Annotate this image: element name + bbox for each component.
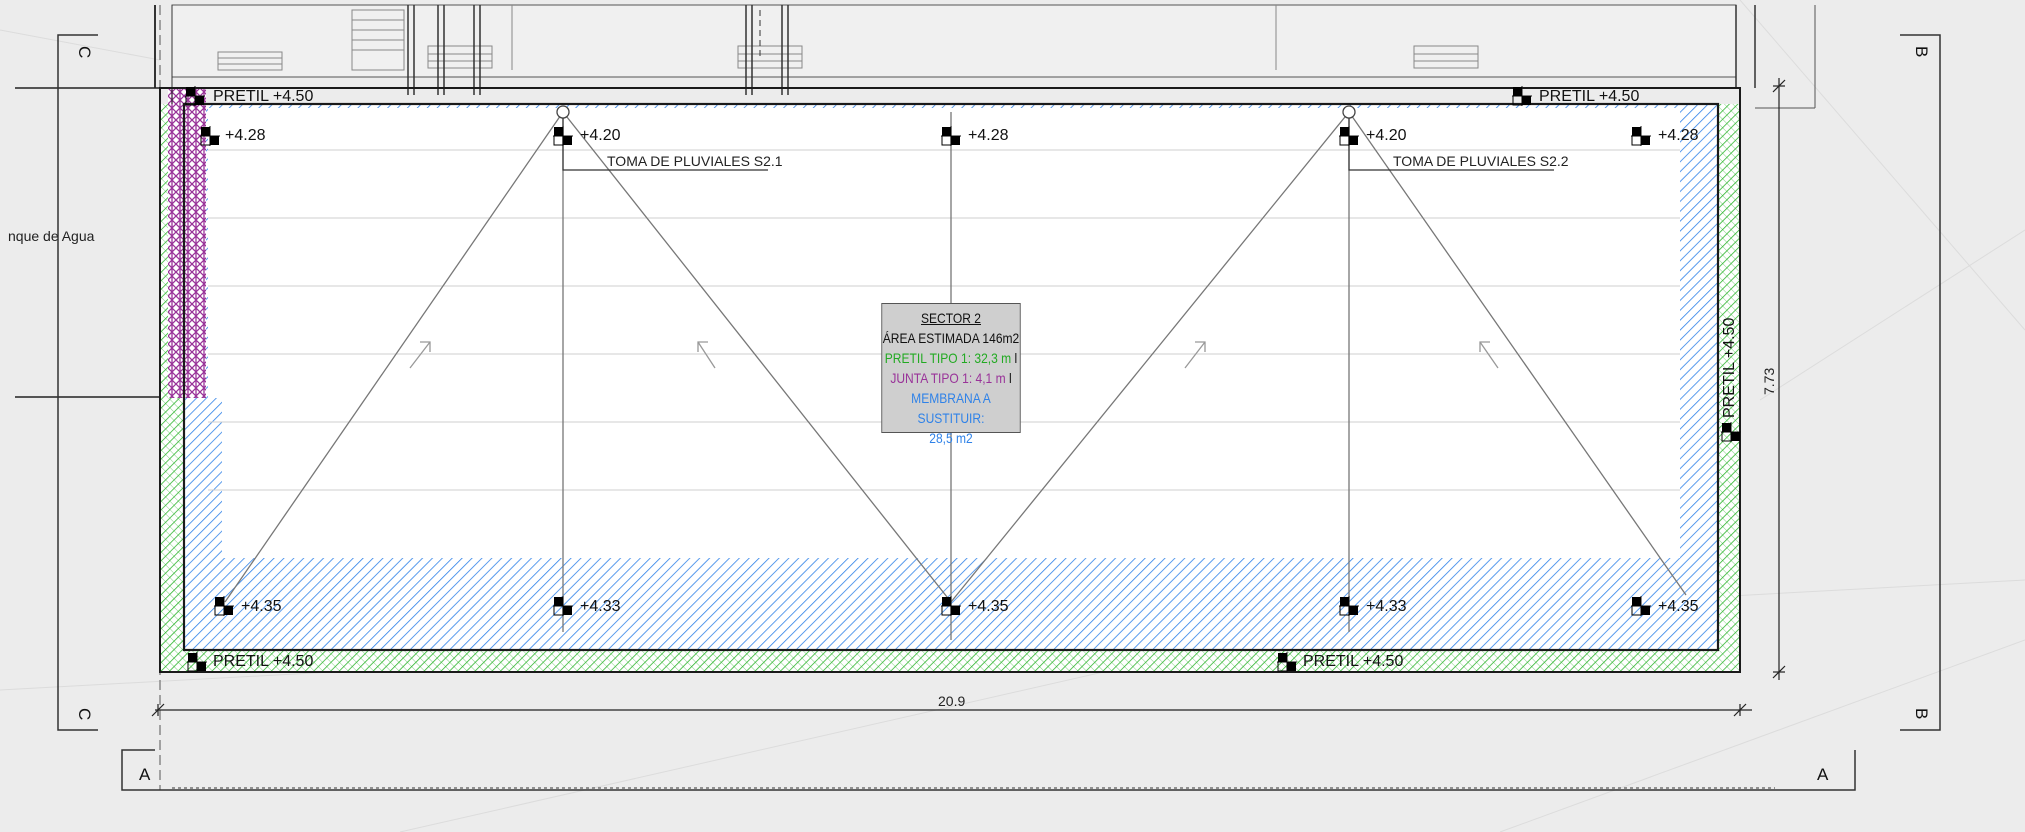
section-mark-b-bottom: B <box>1912 708 1931 719</box>
section-mark-a-left: A <box>139 765 151 784</box>
sector-membrana-label: MEMBRANA A SUSTITUIR: <box>911 390 991 426</box>
level-label-bottom-5: +4.35 <box>1658 598 1699 615</box>
level-label-top-5: +4.28 <box>1658 127 1699 144</box>
junta-strip <box>168 88 206 398</box>
sector-info-box: SECTOR 2 ÁREA ESTIMADA 146m2 PRETIL TIPO… <box>881 303 1021 446</box>
level-label-top-1: +4.28 <box>225 127 266 144</box>
section-mark-b-top: B <box>1912 46 1931 57</box>
sector-title: SECTOR 2 <box>920 310 981 326</box>
sector-membrana-value: 28,5 m2 <box>929 430 973 446</box>
sector-junta-bar: l <box>1008 370 1012 386</box>
sector-pretil-row: PRETIL TIPO 1: 32,3 m l <box>882 348 1020 368</box>
sector-area: ÁREA ESTIMADA 146m2 <box>882 330 1020 346</box>
pretil-label-top-left: PRETIL +4.50 <box>213 88 313 105</box>
sector-junta: JUNTA TIPO 1: 4,1 m <box>890 370 1006 386</box>
pretil-label-right: PRETIL +4.50 <box>1721 318 1738 418</box>
dimension-height-label: 7.73 <box>1761 368 1777 395</box>
level-label-bottom-1: +4.35 <box>241 598 282 615</box>
level-label-top-4: +4.20 <box>1366 127 1407 144</box>
level-label-top-3: +4.28 <box>968 127 1009 144</box>
dimension-width-label: 20.9 <box>938 693 965 709</box>
section-mark-a-right: A <box>1817 765 1829 784</box>
level-label-top-2: +4.20 <box>580 127 621 144</box>
sector-pretil-bar: l <box>1014 350 1018 366</box>
pretil-label-bottom-left: PRETIL +4.50 <box>213 653 313 670</box>
drain-label-s2-1: TOMA DE PLUVIALES S2.1 <box>607 153 783 169</box>
sector-junta-row: JUNTA TIPO 1: 4,1 m l <box>882 368 1020 388</box>
sector-pretil: PRETIL TIPO 1: 32,3 m <box>884 350 1012 366</box>
level-label-bottom-2: +4.33 <box>580 598 621 615</box>
water-tank-label: nque de Agua <box>8 228 95 244</box>
pretil-label-bottom-mid: PRETIL +4.50 <box>1303 653 1403 670</box>
section-mark-c-bottom: C <box>75 708 94 720</box>
level-label-bottom-4: +4.33 <box>1366 598 1407 615</box>
level-label-bottom-3: +4.35 <box>968 598 1009 615</box>
pretil-label-top-right: PRETIL +4.50 <box>1539 88 1639 105</box>
section-mark-c-top: C <box>75 46 94 58</box>
drain-label-s2-2: TOMA DE PLUVIALES S2.2 <box>1393 153 1569 169</box>
